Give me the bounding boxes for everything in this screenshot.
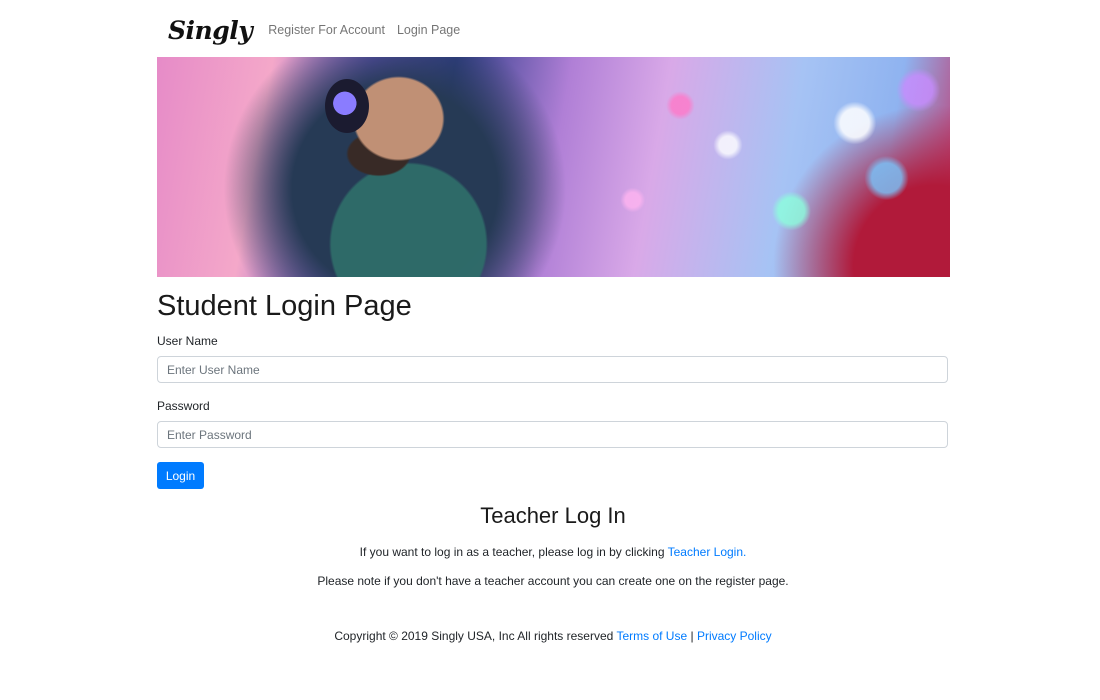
username-input[interactable]: [157, 356, 948, 383]
footer: Copyright © 2019 Singly USA, Inc All rig…: [0, 629, 1100, 643]
navbar: Singly Register For Account Login Page: [168, 12, 472, 48]
page-title: Student Login Page: [157, 290, 412, 322]
password-label: Password: [157, 399, 210, 413]
teacher-note-line: Please note if you don't have a teacher …: [317, 574, 789, 588]
terms-of-use-link[interactable]: Terms of Use: [616, 629, 687, 643]
nav-link-register[interactable]: Register For Account: [268, 23, 385, 37]
hero-dj-figure: [227, 57, 557, 277]
teacher-info-text: If you want to log in as a teacher, plea…: [359, 545, 665, 559]
teacher-login-link[interactable]: Teacher Login.: [668, 545, 747, 559]
password-input[interactable]: [157, 421, 948, 448]
footer-separator: |: [690, 629, 694, 643]
teacher-info-line: If you want to log in as a teacher, plea…: [0, 545, 1100, 559]
teacher-heading: Teacher Log In: [480, 503, 626, 528]
hero-image: [157, 57, 950, 277]
privacy-policy-link[interactable]: Privacy Policy: [697, 629, 772, 643]
headphone-graphic: [325, 79, 369, 133]
login-button[interactable]: Login: [157, 462, 204, 489]
username-label: User Name: [157, 334, 218, 348]
brand-logo[interactable]: Singly: [168, 16, 253, 45]
nav-link-login[interactable]: Login Page: [397, 23, 460, 37]
footer-copyright: Copyright © 2019 Singly USA, Inc All rig…: [334, 629, 614, 643]
